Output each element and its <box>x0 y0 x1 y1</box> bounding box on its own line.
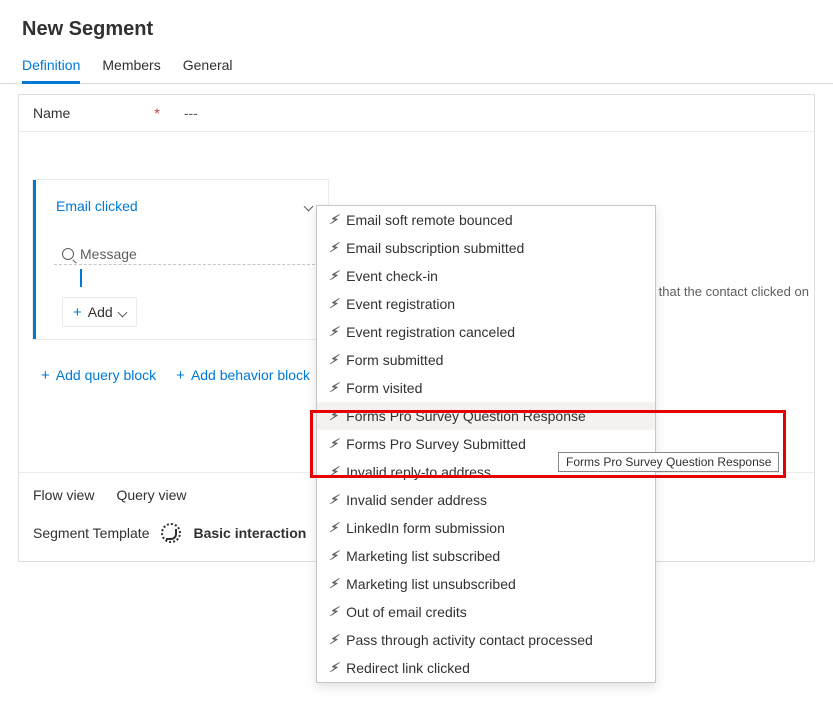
dropdown-item-label: Form submitted <box>346 352 443 368</box>
lightning-icon: ⚡︎ <box>329 436 338 452</box>
chevron-down-icon <box>304 201 314 211</box>
dropdown-item-label: Email subscription submitted <box>346 240 524 256</box>
dropdown-item[interactable]: ⚡︎ Forms Pro Survey Question Response <box>317 402 655 430</box>
lightning-icon: ⚡︎ <box>329 408 338 424</box>
page-title: New Segment <box>0 0 833 51</box>
name-field-row: Name * --- <box>19 95 814 132</box>
dropdown-item-label: Forms Pro Survey Submitted <box>346 436 526 452</box>
dropdown-item-label: Marketing list unsubscribed <box>346 576 516 592</box>
lightning-icon: ⚡︎ <box>329 548 338 564</box>
lightning-icon: ⚡︎ <box>329 660 338 676</box>
dropdown-item[interactable]: ⚡︎ Form visited <box>317 374 655 402</box>
dropdown-item-label: Event check-in <box>346 268 438 284</box>
dropdown-item[interactable]: ⚡︎ Redirect link clicked <box>317 654 655 682</box>
name-label: Name <box>33 105 70 121</box>
lightning-icon: ⚡︎ <box>329 604 338 620</box>
caret-indicator <box>80 269 82 287</box>
dropdown-item[interactable]: ⚡︎ Marketing list subscribed <box>317 542 655 570</box>
chevron-down-icon <box>117 307 127 317</box>
flow-view-tab[interactable]: Flow view <box>33 487 94 503</box>
tab-definition[interactable]: Definition <box>22 57 80 84</box>
behavior-select[interactable]: Email clicked <box>54 192 320 220</box>
segment-template-label: Segment Template <box>33 525 149 541</box>
lightning-icon: ⚡︎ <box>329 268 338 284</box>
lightning-icon: ⚡︎ <box>329 212 338 228</box>
dropdown-item-label: Out of email credits <box>346 604 467 620</box>
dropdown-item-label: Email soft remote bounced <box>346 212 513 228</box>
message-search-placeholder: Message <box>80 246 137 262</box>
dropdown-item[interactable]: ⚡︎ Event registration <box>317 290 655 318</box>
lightning-icon: ⚡︎ <box>329 464 338 480</box>
dropdown-item[interactable]: ⚡︎ Pass through activity contact processe… <box>317 626 655 654</box>
dropdown-item-label: Invalid reply-to address <box>346 464 491 480</box>
lightning-icon: ⚡︎ <box>329 576 338 592</box>
dropdown-item[interactable]: ⚡︎ Event check-in <box>317 262 655 290</box>
plus-icon: + <box>73 305 82 320</box>
name-value[interactable]: --- <box>184 105 198 121</box>
dropdown-item[interactable]: ⚡︎ Email soft remote bounced <box>317 206 655 234</box>
behavior-select-value: Email clicked <box>56 198 138 214</box>
hint-text: ail that the contact clicked on <box>642 284 809 299</box>
lightning-icon: ⚡︎ <box>329 380 338 396</box>
dropdown-item[interactable]: ⚡︎ Form submitted <box>317 346 655 374</box>
lightning-icon: ⚡︎ <box>329 492 338 508</box>
dropdown-item[interactable]: ⚡︎ Marketing list unsubscribed <box>317 570 655 598</box>
dropdown-item-label: Pass through activity contact processed <box>346 632 593 648</box>
lightning-icon: ⚡︎ <box>329 632 338 648</box>
dropdown-item-label: LinkedIn form submission <box>346 520 505 536</box>
lightning-icon: ⚡︎ <box>329 520 338 536</box>
behavior-block: Email clicked Message + Add <box>33 180 328 339</box>
lightning-icon: ⚡︎ <box>329 240 338 256</box>
add-query-label: Add query block <box>56 367 156 383</box>
segment-template-value[interactable]: Basic interaction <box>193 525 306 541</box>
behavior-dropdown: ⚡︎ Email soft remote bounced ⚡︎ Email subsc… <box>316 205 656 683</box>
tooltip: Forms Pro Survey Question Response <box>558 452 779 472</box>
dropdown-item[interactable]: ⚡︎ Invalid sender address <box>317 486 655 514</box>
dropdown-item[interactable]: ⚡︎ Event registration canceled <box>317 318 655 346</box>
dropdown-item[interactable]: ⚡︎ Email subscription submitted <box>317 234 655 262</box>
template-icon <box>161 523 181 543</box>
search-icon <box>62 248 74 260</box>
tab-general[interactable]: General <box>183 57 233 83</box>
message-search[interactable]: Message <box>54 220 320 265</box>
dropdown-item-label: Event registration canceled <box>346 324 515 340</box>
lightning-icon: ⚡︎ <box>329 296 338 312</box>
dropdown-item-label: Event registration <box>346 296 455 312</box>
plus-icon: + <box>176 368 185 383</box>
dropdown-item-label: Redirect link clicked <box>346 660 470 676</box>
add-condition-label: Add <box>88 304 113 320</box>
add-behavior-block-button[interactable]: + Add behavior block <box>176 367 310 383</box>
required-asterisk: * <box>154 105 159 121</box>
dropdown-item[interactable]: ⚡︎ Out of email credits <box>317 598 655 626</box>
behavior-dropdown-scroll[interactable]: ⚡︎ Email soft remote bounced ⚡︎ Email subsc… <box>317 206 655 682</box>
add-condition-button[interactable]: + Add <box>62 297 137 327</box>
lightning-icon: ⚡︎ <box>329 352 338 368</box>
query-view-tab[interactable]: Query view <box>116 487 186 503</box>
plus-icon: + <box>41 368 50 383</box>
tab-members[interactable]: Members <box>102 57 160 83</box>
lightning-icon: ⚡︎ <box>329 324 338 340</box>
tab-bar: Definition Members General <box>0 51 833 84</box>
add-behavior-label: Add behavior block <box>191 367 310 383</box>
dropdown-item-label: Marketing list subscribed <box>346 548 500 564</box>
dropdown-item-label: Form visited <box>346 380 422 396</box>
add-query-block-button[interactable]: + Add query block <box>41 367 156 383</box>
dropdown-item-label: Invalid sender address <box>346 492 487 508</box>
dropdown-item-label: Forms Pro Survey Question Response <box>346 408 586 424</box>
dropdown-item[interactable]: ⚡︎ LinkedIn form submission <box>317 514 655 542</box>
